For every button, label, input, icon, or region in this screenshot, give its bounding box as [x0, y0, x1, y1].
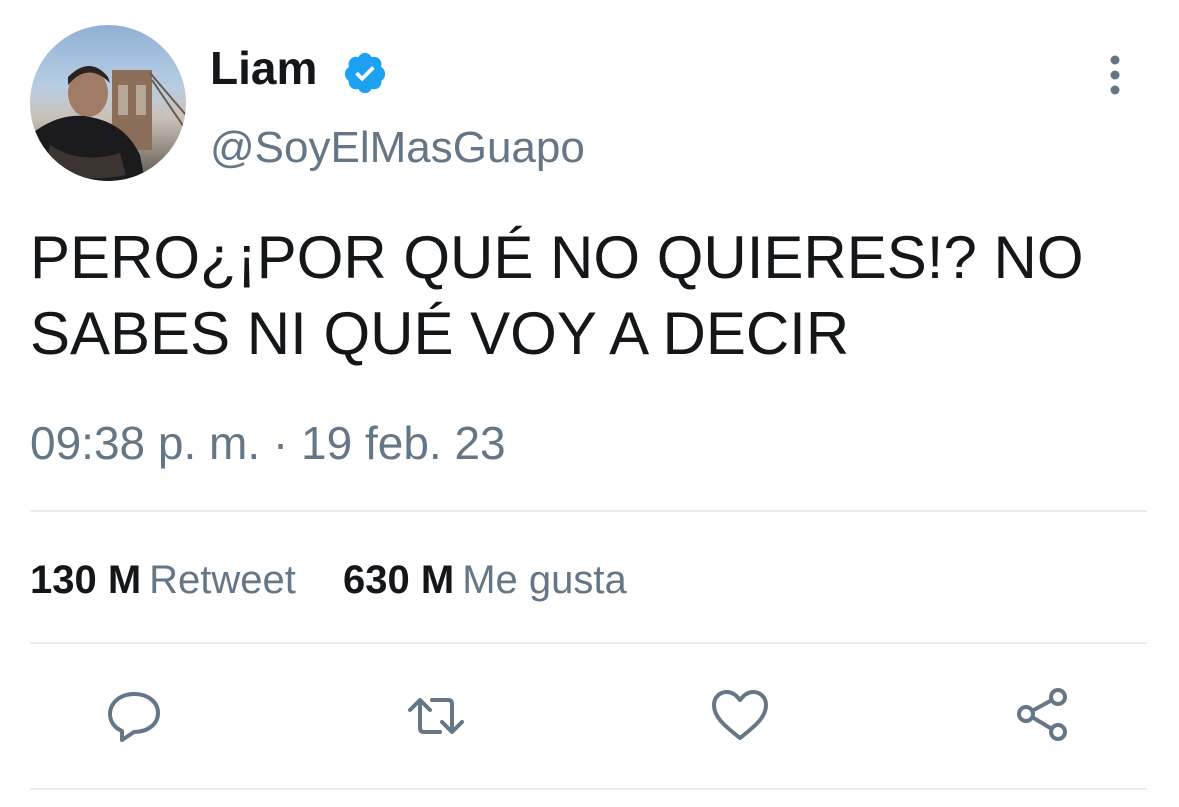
- retweet-stat[interactable]: 130 M Retweet: [30, 555, 296, 605]
- divider: [30, 642, 1147, 644]
- reply-icon[interactable]: [104, 686, 164, 746]
- avatar[interactable]: [30, 25, 186, 181]
- display-name[interactable]: Liam: [210, 40, 317, 96]
- heart-icon[interactable]: [710, 686, 770, 746]
- verified-badge-icon: [342, 50, 388, 96]
- retweet-label: Retweet: [149, 558, 296, 602]
- user-handle[interactable]: @SoyElMasGuapo: [210, 120, 585, 176]
- more-vertical-icon[interactable]: [1100, 52, 1130, 98]
- tweet-stats: 130 M Retweet 630 M Me gusta: [30, 555, 663, 605]
- like-label: Me gusta: [462, 558, 627, 602]
- share-icon[interactable]: [1014, 686, 1074, 746]
- like-stat[interactable]: 630 M Me gusta: [343, 555, 627, 605]
- retweet-count: 130 M: [30, 558, 142, 602]
- tweet-text: PERO¿¡POR QUÉ NO QUIERES!? NO SABES NI Q…: [30, 224, 1084, 367]
- divider: [30, 788, 1147, 790]
- retweet-icon[interactable]: [406, 686, 466, 746]
- tweet-card: Liam @SoyElMasGuapo PERO¿¡POR QUÉ NO QUI…: [0, 0, 1179, 807]
- divider: [30, 510, 1147, 512]
- tweet-timestamp[interactable]: 09:38 p. m. · 19 feb. 23: [30, 415, 506, 471]
- like-count: 630 M: [343, 558, 455, 602]
